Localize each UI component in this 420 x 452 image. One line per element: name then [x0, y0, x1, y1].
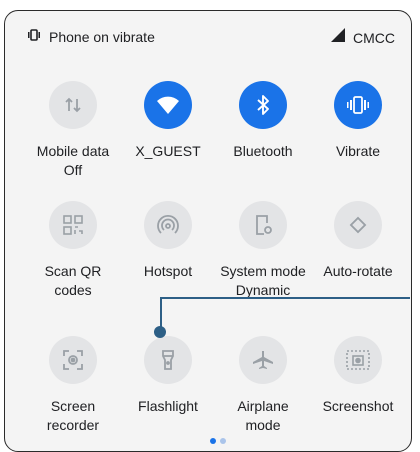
- tile-label: Hotspot: [143, 263, 193, 279]
- vibrate-status-text: Phone on vibrate: [49, 29, 155, 45]
- status-bar: Phone on vibrate CMCC: [5, 11, 411, 59]
- mobile-data-icon[interactable]: [49, 81, 97, 129]
- tile-bluetooth[interactable]: Bluetooth: [213, 81, 313, 161]
- carrier-name: CMCC: [353, 29, 395, 46]
- tile-label: Bluetooth: [233, 143, 293, 159]
- tile-label: Screenshot: [322, 398, 394, 414]
- screen-recorder-icon[interactable]: [49, 336, 97, 384]
- page-indicator-dot: [210, 438, 216, 444]
- network-status: CMCC: [331, 28, 395, 47]
- tile-label: Flashlight: [138, 398, 198, 414]
- tile-screen-recorder[interactable]: Screen recorder: [23, 336, 123, 435]
- bluetooth-icon[interactable]: [239, 81, 287, 129]
- signal-icon: [331, 28, 345, 47]
- vibrate-icon[interactable]: [334, 81, 382, 129]
- screenshot-icon[interactable]: [334, 336, 382, 384]
- tile-airplane-mode[interactable]: Airplane mode: [213, 336, 313, 435]
- wifi-icon[interactable]: [144, 81, 192, 129]
- tile-hotspot[interactable]: Hotspot: [118, 201, 218, 281]
- tile-wifi[interactable]: X_GUEST: [118, 81, 218, 161]
- flashlight-icon[interactable]: [144, 336, 192, 384]
- page-indicator: [210, 438, 226, 444]
- tile-flashlight[interactable]: Flashlight: [118, 336, 218, 416]
- tile-label: X_GUEST: [135, 143, 201, 159]
- qr-code-icon[interactable]: [49, 201, 97, 249]
- tile-mobile-data[interactable]: Mobile data Off: [23, 81, 123, 180]
- page-indicator-dot: [220, 438, 226, 444]
- tile-label: Scan QR codes: [44, 263, 102, 298]
- auto-rotate-icon[interactable]: [334, 201, 382, 249]
- tile-label: Auto-rotate: [323, 263, 393, 279]
- tile-label: Screen recorder: [46, 398, 100, 433]
- quick-settings-panel: Phone on vibrate CMCC Mobile data Off X_…: [4, 10, 412, 452]
- tile-screenshot[interactable]: Screenshot: [308, 336, 408, 416]
- tile-system-mode[interactable]: System mode Dynamic: [213, 201, 313, 300]
- tile-vibrate[interactable]: Vibrate: [308, 81, 408, 161]
- system-mode-icon[interactable]: [239, 201, 287, 249]
- hotspot-icon[interactable]: [144, 201, 192, 249]
- callout-line-horizontal: [160, 297, 410, 299]
- vibrate-status-icon: [27, 28, 41, 46]
- tile-auto-rotate[interactable]: Auto-rotate: [308, 201, 408, 281]
- callout-marker: [154, 326, 166, 338]
- tile-label: Vibrate: [335, 143, 381, 159]
- airplane-icon[interactable]: [239, 336, 287, 384]
- vibrate-status: Phone on vibrate: [27, 28, 155, 46]
- tile-label: System mode Dynamic: [220, 263, 306, 298]
- tile-scan-qr[interactable]: Scan QR codes: [23, 201, 123, 300]
- tile-label: Mobile data Off: [36, 143, 110, 178]
- tile-label: Airplane mode: [237, 398, 289, 433]
